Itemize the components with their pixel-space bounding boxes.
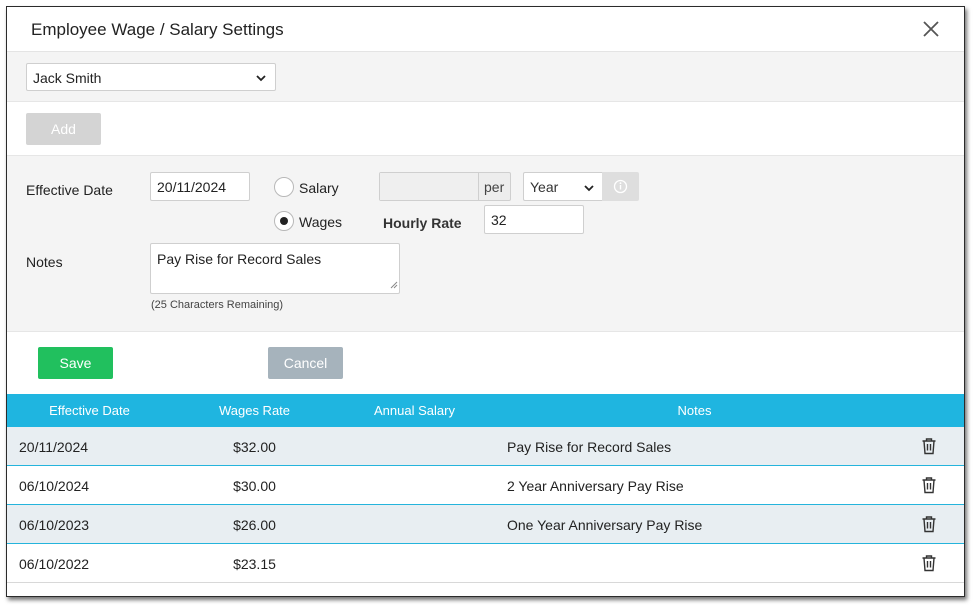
row-wages-rate: $32.00	[233, 439, 276, 455]
row-date: 06/10/2022	[19, 556, 90, 572]
employee-select[interactable]: Jack Smith	[26, 63, 276, 91]
table-row: 06/10/2024 $30.00 2 Year Anniversary Pay…	[7, 466, 964, 505]
dialog-header: Employee Wage / Salary Settings	[7, 7, 964, 52]
save-button[interactable]: Save	[38, 347, 113, 379]
salary-amount-group: per	[379, 172, 511, 201]
row-date: 06/10/2023	[19, 517, 90, 533]
notes-label: Notes	[26, 254, 63, 270]
period-select[interactable]: Year	[523, 172, 603, 201]
history-table-header: Effective Date Wages Rate Annual Salary …	[7, 394, 964, 427]
table-row: 06/10/2022 $23.15	[7, 544, 964, 583]
form-actions: Save Cancel	[7, 332, 964, 394]
dialog-title: Employee Wage / Salary Settings	[31, 20, 284, 39]
row-wages-rate: $23.15	[233, 556, 276, 572]
employee-select-value: Jack Smith	[33, 70, 102, 86]
employee-row: Jack Smith	[7, 52, 964, 102]
notes-textarea-value: Pay Rise for Record Sales	[157, 251, 322, 267]
info-icon[interactable]	[602, 172, 639, 201]
row-notes: 2 Year Anniversary Pay Rise	[507, 478, 684, 494]
add-button[interactable]: Add	[26, 113, 101, 145]
column-header-wages-rate: Wages Rate	[218, 403, 291, 418]
wages-radio[interactable]	[274, 211, 294, 231]
chevron-down-icon	[583, 181, 595, 197]
trash-icon[interactable]	[921, 437, 937, 455]
row-notes: Pay Rise for Record Sales	[507, 439, 672, 455]
effective-date-input[interactable]: 20/11/2024	[150, 172, 250, 201]
row-date: 06/10/2024	[19, 478, 90, 494]
salary-amount-input[interactable]	[380, 173, 479, 200]
resize-grip-icon[interactable]	[390, 276, 398, 292]
table-row: 20/11/2024 $32.00 Pay Rise for Record Sa…	[7, 427, 964, 466]
column-header-notes: Notes	[677, 403, 712, 418]
period-select-value: Year	[530, 179, 559, 195]
column-header-annual-salary: Annual Salary	[374, 403, 455, 418]
row-date: 20/11/2024	[19, 439, 89, 455]
wage-form: Effective Date 20/11/2024 Salary Wages p…	[7, 156, 964, 332]
hourly-rate-label: Hourly Rate	[383, 215, 462, 231]
notes-textarea[interactable]: Pay Rise for Record Sales	[150, 243, 400, 294]
trash-icon[interactable]	[921, 476, 937, 494]
row-wages-rate: $26.00	[233, 517, 276, 533]
effective-date-label: Effective Date	[26, 182, 113, 198]
wages-radio-label: Wages	[299, 214, 343, 230]
chevron-down-icon	[255, 71, 267, 87]
per-label: per	[484, 179, 505, 195]
salary-radio-label: Salary	[299, 180, 339, 196]
close-icon[interactable]	[920, 18, 942, 40]
salary-radio[interactable]	[274, 177, 294, 197]
trash-icon[interactable]	[921, 515, 937, 533]
column-header-effective-date: Effective Date	[49, 403, 130, 418]
table-row: 06/10/2023 $26.00 One Year Anniversary P…	[7, 505, 964, 544]
characters-remaining: (25 Characters Remaining)	[151, 299, 284, 311]
row-wages-rate: $30.00	[233, 478, 276, 494]
row-notes: One Year Anniversary Pay Rise	[507, 517, 703, 533]
cancel-button[interactable]: Cancel	[268, 347, 343, 379]
hourly-rate-input[interactable]: 32	[484, 205, 584, 234]
wage-settings-dialog: Employee Wage / Salary Settings Jack Smi…	[6, 6, 965, 597]
add-row: Add	[7, 102, 964, 156]
trash-icon[interactable]	[921, 554, 937, 572]
